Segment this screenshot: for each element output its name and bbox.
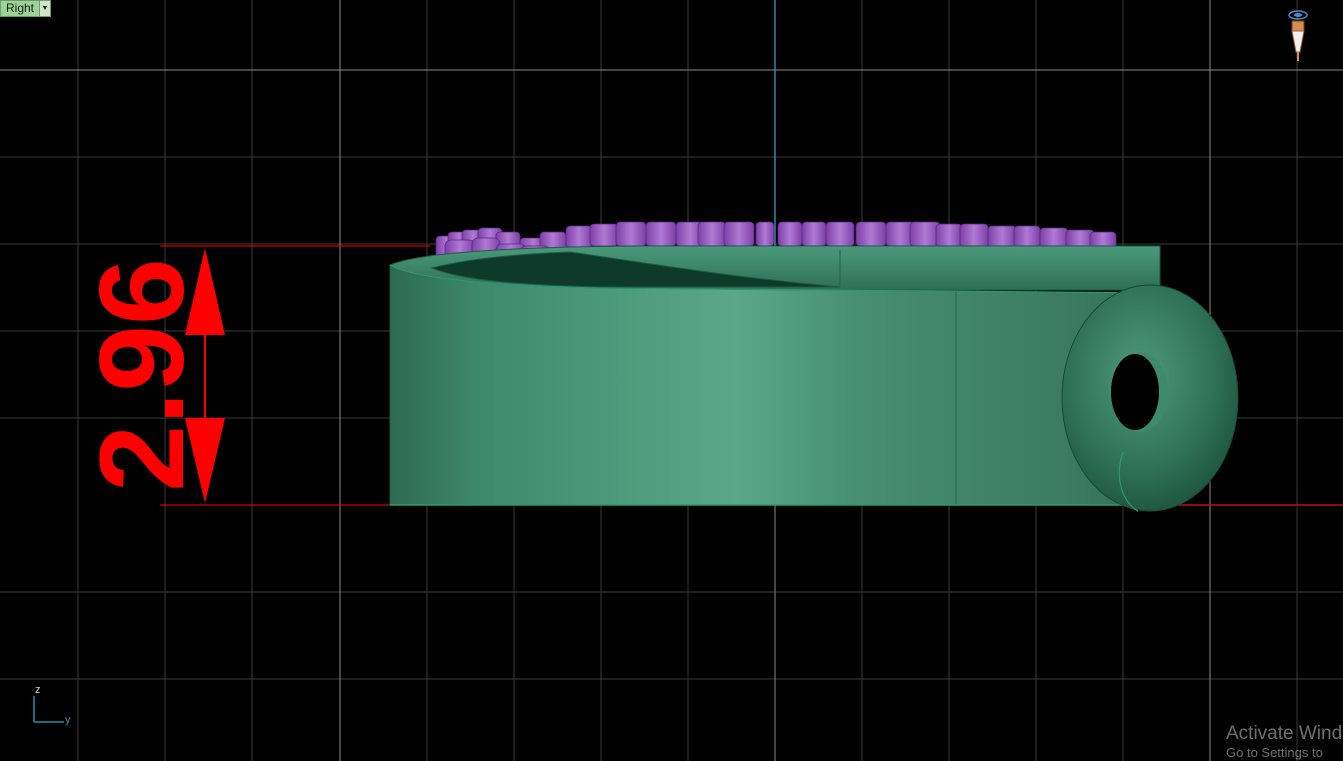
gem-stone	[589, 223, 619, 247]
gem-stone	[935, 223, 963, 249]
watermark-subtitle: Go to Settings to	[1226, 745, 1323, 760]
gem-stone	[615, 221, 647, 247]
viewport-title-tab[interactable]: Right ▼	[0, 0, 52, 17]
dropdown-arrow-icon[interactable]: ▼	[39, 1, 51, 16]
pin-gizmo-icon[interactable]	[1285, 8, 1311, 64]
viewport-right[interactable]: 2.96 Right ▼ z y Activate Wind Go to Set…	[0, 0, 1343, 761]
gem-stone	[987, 225, 1017, 249]
activation-watermark: Activate Wind Go to Settings to	[1226, 723, 1342, 761]
watermark-title: Activate Wind	[1226, 723, 1343, 744]
gem-stone	[565, 225, 593, 249]
gem-stone	[909, 221, 941, 247]
gem-stone	[959, 223, 989, 249]
gem-stone	[1013, 225, 1041, 249]
z-axis-label: z	[35, 684, 41, 696]
gem-stone	[777, 221, 803, 247]
axis-indicator: z y	[30, 684, 80, 730]
ring-body[interactable]	[389, 245, 1161, 506]
gem-stone	[825, 221, 855, 247]
y-axis-label: y	[65, 714, 71, 726]
gem-stone	[645, 221, 677, 247]
gem-stone	[855, 221, 887, 247]
dimension-value: 2.96	[75, 258, 209, 492]
torus-bail[interactable]	[1061, 284, 1239, 512]
gem-stone	[723, 221, 755, 247]
gem-stone	[697, 221, 727, 247]
viewport-canvas[interactable]: 2.96	[0, 0, 1343, 761]
gem-stone	[755, 221, 775, 247]
gem-stone	[801, 221, 827, 247]
viewport-name[interactable]: Right	[1, 1, 39, 16]
